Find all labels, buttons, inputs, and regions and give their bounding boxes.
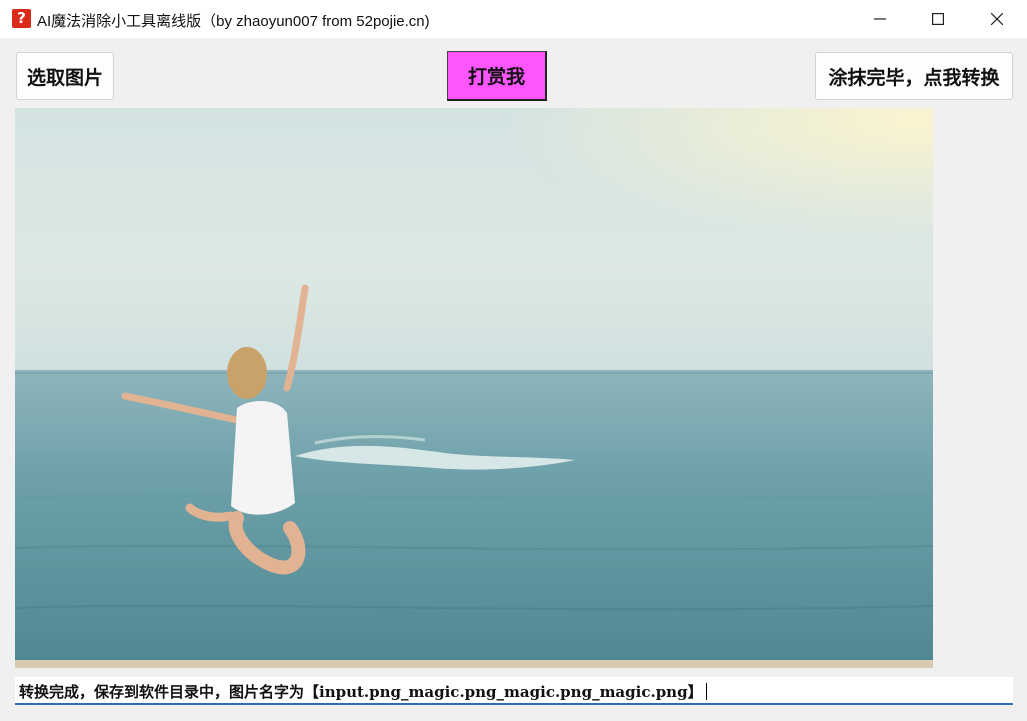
minimize-button[interactable] [851, 0, 909, 38]
tip-button[interactable]: 打赏我 [447, 51, 547, 101]
beach-photo [15, 108, 933, 668]
status-message: 转换完成，保存到软件目录中，图片名字为【input.png_magic.png_… [19, 683, 703, 701]
convert-button[interactable]: 涂抹完毕，点我转换 [815, 52, 1013, 100]
question-mark-icon: ? [12, 9, 31, 28]
status-bar[interactable]: 转换完成，保存到软件目录中，图片名字为【input.png_magic.png_… [15, 677, 1013, 705]
close-icon [991, 13, 1003, 25]
minimize-icon [874, 18, 886, 20]
window-title: AI魔法消除小工具离线版（by zhaoyun007 from 52pojie.… [37, 13, 430, 30]
select-image-button[interactable]: 选取图片 [16, 52, 114, 100]
close-button[interactable] [968, 0, 1026, 38]
text-caret [705, 683, 707, 700]
maximize-button[interactable] [909, 0, 967, 38]
title-bar[interactable]: ? AI魔法消除小工具离线版（by zhaoyun007 from 52poji… [0, 0, 1027, 38]
maximize-icon [932, 13, 944, 25]
image-canvas[interactable] [15, 108, 933, 668]
app-window: ? AI魔法消除小工具离线版（by zhaoyun007 from 52poji… [0, 0, 1027, 721]
